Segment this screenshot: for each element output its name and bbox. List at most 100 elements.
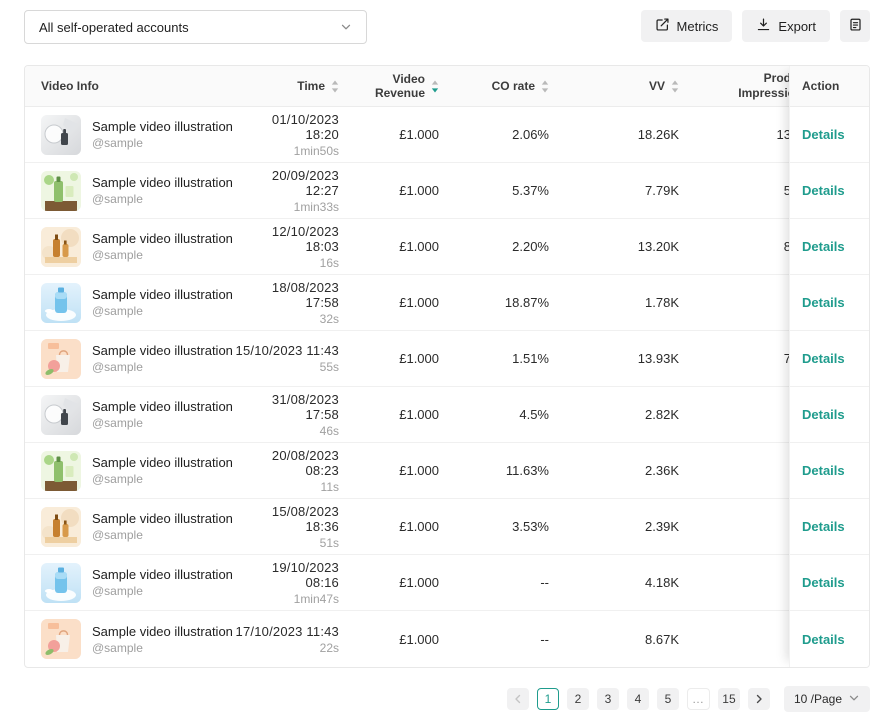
- video-thumbnail[interactable]: [41, 227, 81, 267]
- table-row: Sample video illustration @sample 01/10/…: [25, 107, 791, 163]
- product-impressions-value: 7: [695, 351, 791, 366]
- video-handle: @sample: [92, 416, 233, 430]
- col-action: Action: [790, 66, 869, 107]
- video-thumbnail[interactable]: [41, 283, 81, 323]
- sort-arrows-icon[interactable]: [431, 80, 439, 93]
- video-title[interactable]: Sample video illustration: [92, 119, 233, 134]
- video-handle: @sample: [92, 641, 233, 655]
- page-button[interactable]: 15: [718, 688, 740, 710]
- action-cell: Details: [790, 611, 869, 667]
- col-vv[interactable]: VV: [565, 79, 695, 93]
- video-title[interactable]: Sample video illustration: [92, 624, 233, 639]
- video-revenue-value: £1.000: [355, 575, 455, 590]
- vv-value: 2.36K: [565, 463, 695, 478]
- vv-value: 1.78K: [565, 295, 695, 310]
- video-title[interactable]: Sample video illustration: [92, 287, 233, 302]
- co-rate-value: 3.53%: [455, 519, 565, 534]
- col-video-revenue[interactable]: Video Revenue: [355, 72, 455, 100]
- video-duration: 51s: [320, 536, 339, 550]
- co-rate-value: 2.06%: [455, 127, 565, 142]
- page-size-selector[interactable]: 10 /Page: [784, 686, 870, 712]
- video-time: 15/08/2023 18:36: [235, 504, 339, 534]
- page-ellipsis-button[interactable]: …: [687, 688, 710, 710]
- page-button[interactable]: 2: [567, 688, 589, 710]
- co-rate-value: 2.20%: [455, 239, 565, 254]
- details-link[interactable]: Details: [802, 351, 845, 366]
- page-button[interactable]: 1: [537, 688, 559, 710]
- table-row: Sample video illustration @sample 15/08/…: [25, 499, 791, 555]
- col-time[interactable]: Time: [235, 79, 355, 93]
- chevron-down-icon: [340, 21, 352, 33]
- video-duration: 16s: [320, 256, 339, 270]
- video-time: 19/10/2023 08:16: [235, 560, 339, 590]
- toolbar-actions: Metrics Export: [641, 10, 870, 42]
- video-thumbnail[interactable]: [41, 451, 81, 491]
- table-header-row: Video Info Time Video Revenue CO rate VV: [25, 66, 791, 107]
- details-link[interactable]: Details: [802, 407, 845, 422]
- video-title[interactable]: Sample video illustration: [92, 175, 233, 190]
- video-title[interactable]: Sample video illustration: [92, 343, 233, 358]
- product-impressions-value: 5: [695, 183, 791, 198]
- page-button[interactable]: 5: [657, 688, 679, 710]
- video-duration: 1min47s: [294, 592, 339, 606]
- report-button[interactable]: [840, 10, 870, 42]
- video-thumbnail[interactable]: [41, 563, 81, 603]
- video-thumbnail[interactable]: [41, 507, 81, 547]
- details-link[interactable]: Details: [802, 127, 845, 142]
- action-cell: Details: [790, 555, 869, 611]
- video-thumbnail[interactable]: [41, 339, 81, 379]
- details-link[interactable]: Details: [802, 295, 845, 310]
- col-product-impressions[interactable]: Product Impressions: [695, 71, 791, 101]
- co-rate-value: 4.5%: [455, 407, 565, 422]
- table-row: Sample video illustration @sample 20/09/…: [25, 163, 791, 219]
- video-duration: 1min33s: [294, 200, 339, 214]
- video-handle: @sample: [92, 192, 233, 206]
- table-row: Sample video illustration @sample 15/10/…: [25, 331, 791, 387]
- col-co-rate[interactable]: CO rate: [455, 79, 565, 93]
- video-title[interactable]: Sample video illustration: [92, 399, 233, 414]
- video-thumbnail[interactable]: [41, 171, 81, 211]
- export-button[interactable]: Export: [742, 10, 830, 42]
- details-link[interactable]: Details: [802, 463, 845, 478]
- account-filter-dropdown[interactable]: All self-operated accounts: [24, 10, 367, 44]
- vv-value: 2.39K: [565, 519, 695, 534]
- account-filter-value: All self-operated accounts: [39, 20, 189, 35]
- video-duration: 11s: [321, 480, 339, 494]
- action-cell: Details: [790, 499, 869, 555]
- video-thumbnail[interactable]: [41, 115, 81, 155]
- video-title[interactable]: Sample video illustration: [92, 511, 233, 526]
- action-body: Details Details Details Details Details Detai…: [790, 107, 869, 667]
- details-link[interactable]: Details: [802, 239, 845, 254]
- details-link[interactable]: Details: [802, 183, 845, 198]
- video-time: 01/10/2023 18:20: [235, 112, 339, 142]
- video-thumbnail[interactable]: [41, 395, 81, 435]
- col-video-info: Video Info: [25, 79, 235, 93]
- next-page-button[interactable]: [748, 688, 770, 710]
- toolbar: All self-operated accounts Metrics Expor…: [0, 0, 894, 55]
- sort-arrows-icon[interactable]: [331, 80, 339, 93]
- video-title[interactable]: Sample video illustration: [92, 231, 233, 246]
- video-duration: 46s: [320, 424, 339, 438]
- video-title[interactable]: Sample video illustration: [92, 567, 233, 582]
- video-title[interactable]: Sample video illustration: [92, 455, 233, 470]
- details-link[interactable]: Details: [802, 519, 845, 534]
- page-button[interactable]: 4: [627, 688, 649, 710]
- details-link[interactable]: Details: [802, 632, 845, 647]
- video-duration: 1min50s: [294, 144, 339, 158]
- clipboard-icon: [848, 17, 863, 35]
- vv-value: 7.79K: [565, 183, 695, 198]
- sort-arrows-icon[interactable]: [541, 80, 549, 93]
- video-thumbnail[interactable]: [41, 619, 81, 659]
- metrics-button[interactable]: Metrics: [641, 10, 733, 42]
- vv-value: 13.20K: [565, 239, 695, 254]
- details-link[interactable]: Details: [802, 575, 845, 590]
- sort-arrows-icon[interactable]: [671, 80, 679, 93]
- download-icon: [756, 17, 771, 35]
- prev-page-button[interactable]: [507, 688, 529, 710]
- video-duration: 32s: [320, 312, 339, 326]
- table-scroll-area[interactable]: Video Info Time Video Revenue CO rate VV: [25, 66, 791, 667]
- video-time: 15/10/2023 11:43: [236, 343, 339, 358]
- action-cell: Details: [790, 107, 869, 163]
- chevron-down-icon: [848, 692, 860, 707]
- page-button[interactable]: 3: [597, 688, 619, 710]
